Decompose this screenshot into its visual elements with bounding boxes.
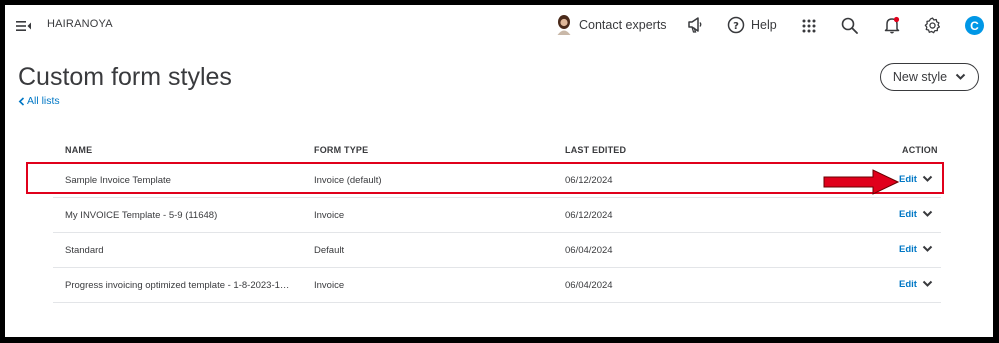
row-last-edited: 06/04/2024 [565, 280, 613, 291]
edit-link[interactable]: Edit [899, 174, 917, 185]
column-header-name[interactable]: NAME [65, 145, 92, 155]
table-header: NAME FORM TYPE LAST EDITED ACTION [53, 140, 941, 163]
chevron-left-icon [18, 96, 25, 106]
apps-grid-icon[interactable] [802, 19, 816, 38]
row-name: My INVOICE Template - 5-9 (11648) [65, 210, 218, 221]
table-row: Standard Default 06/04/2024 Edit [53, 233, 941, 268]
row-last-edited: 06/04/2024 [565, 245, 613, 256]
row-form-type: Invoice (default) [314, 175, 382, 186]
red-arrow-annotation-icon [823, 169, 900, 200]
all-lists-label: All lists [27, 95, 60, 107]
new-style-button[interactable]: New style [880, 63, 979, 91]
svg-text:?: ? [733, 21, 739, 32]
column-header-last-edited[interactable]: LAST EDITED [565, 145, 626, 155]
help-label[interactable]: Help [751, 18, 777, 32]
contact-experts-button[interactable]: Contact experts [556, 15, 667, 35]
table-row: My INVOICE Template - 5-9 (11648) Invoic… [53, 198, 941, 233]
row-form-type: Invoice [314, 280, 345, 291]
chevron-down-icon[interactable] [922, 280, 933, 291]
row-last-edited: 06/12/2024 [565, 210, 613, 221]
chevron-down-icon[interactable] [922, 210, 933, 221]
chevron-down-icon [955, 73, 966, 80]
contact-experts-label: Contact experts [579, 18, 667, 32]
search-icon[interactable] [841, 17, 858, 39]
page-title: Custom form styles [18, 63, 232, 91]
settings-gear-icon[interactable] [924, 17, 941, 39]
new-style-label: New style [892, 70, 948, 84]
top-navigation-bar: HAIRANOYA Contact experts ? Help C [5, 5, 993, 47]
company-name: HAIRANOYA [47, 18, 113, 30]
row-last-edited: 06/12/2024 [565, 175, 613, 186]
collapse-menu-icon[interactable] [16, 19, 32, 37]
row-name: Standard [65, 245, 104, 256]
row-name: Sample Invoice Template [65, 175, 171, 186]
column-header-action: ACTION [902, 145, 938, 155]
row-form-type: Invoice [314, 210, 345, 221]
user-avatar[interactable]: C [965, 16, 984, 35]
all-lists-back-link[interactable]: All lists [18, 95, 60, 107]
chevron-down-icon[interactable] [922, 245, 933, 256]
table-row: Sample Invoice Template Invoice (default… [53, 163, 941, 198]
app-window: HAIRANOYA Contact experts ? Help C Custo… [5, 5, 993, 337]
edit-link[interactable]: Edit [899, 244, 917, 255]
row-name: Progress invoicing optimized template - … [65, 280, 290, 291]
expert-avatar-icon [557, 15, 571, 35]
column-header-form-type[interactable]: FORM TYPE [314, 145, 368, 155]
chevron-down-icon[interactable] [922, 175, 933, 186]
table-row: Progress invoicing optimized template - … [53, 268, 941, 303]
megaphone-icon[interactable] [687, 16, 703, 39]
edit-link[interactable]: Edit [899, 279, 917, 290]
help-icon[interactable]: ? [727, 16, 745, 39]
notifications-bell-icon[interactable] [883, 16, 901, 39]
form-styles-table: NAME FORM TYPE LAST EDITED ACTION Sample… [53, 140, 941, 303]
edit-link[interactable]: Edit [899, 209, 917, 220]
row-form-type: Default [314, 245, 345, 256]
